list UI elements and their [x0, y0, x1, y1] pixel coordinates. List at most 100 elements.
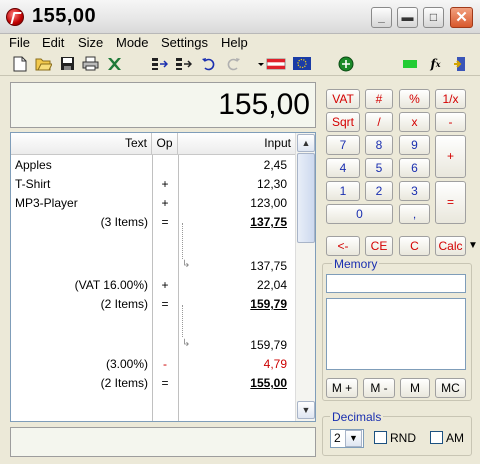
row-op: =: [161, 376, 169, 390]
column-op[interactable]: Op: [152, 133, 178, 154]
memory-subtract-button[interactable]: M -: [363, 378, 395, 398]
menu-size[interactable]: Size: [78, 35, 103, 50]
table-row[interactable]: (2 Items) = 155,00: [11, 376, 295, 395]
title-bar: 155,00 _ ▬ □ ✕: [0, 0, 480, 34]
hash-button[interactable]: #: [365, 89, 393, 109]
plus-button[interactable]: +: [435, 135, 466, 178]
window-title: 155,00: [32, 5, 97, 27]
menu-help[interactable]: Help: [221, 35, 248, 50]
chevron-down-icon[interactable]: ▼: [345, 430, 362, 447]
am-checkbox[interactable]: [430, 431, 443, 444]
row-op: -: [163, 357, 167, 371]
flag-austria-icon[interactable]: [257, 55, 287, 72]
digit-6-button[interactable]: 6: [399, 158, 430, 178]
digit-7-button[interactable]: 7: [326, 135, 360, 155]
menu-bar: File Edit Size Mode Settings Help: [0, 34, 480, 52]
new-icon[interactable]: [11, 55, 28, 72]
table-row[interactable]: MP3-Player + 123,00: [11, 196, 295, 215]
export-icon[interactable]: [175, 55, 192, 72]
row-op: +: [161, 196, 169, 210]
list-icon[interactable]: [151, 55, 168, 72]
status-field: [10, 427, 316, 457]
row-text: (2 Items): [100, 297, 148, 311]
sqrt-button[interactable]: Sqrt: [326, 112, 360, 132]
row-op: +: [161, 177, 169, 191]
digit-0-button[interactable]: 0: [326, 204, 393, 224]
digit-4-button[interactable]: 4: [326, 158, 360, 178]
undo-icon[interactable]: [200, 55, 217, 72]
table-row[interactable]: 137,75: [11, 259, 295, 278]
row-text: MP3-Player: [15, 196, 78, 210]
globe-icon[interactable]: [337, 55, 354, 72]
reciprocal-button[interactable]: 1/x: [435, 89, 466, 109]
row-value: 22,04: [256, 278, 287, 292]
equals-button[interactable]: =: [435, 181, 466, 224]
row-text: (VAT 16.00%): [74, 278, 148, 292]
memory-clear-button[interactable]: MC: [435, 378, 466, 398]
minus-button[interactable]: -: [435, 112, 466, 132]
minimize-button[interactable]: _: [371, 7, 392, 28]
comma-button[interactable]: ,: [399, 204, 430, 224]
maximize-button[interactable]: □: [423, 7, 444, 28]
excel-icon[interactable]: [106, 55, 123, 72]
digit-1-button[interactable]: 1: [326, 181, 360, 201]
scroll-thumb[interactable]: [297, 153, 315, 243]
rnd-checkbox[interactable]: [374, 431, 387, 444]
calc-button[interactable]: Calc: [435, 236, 466, 256]
open-icon[interactable]: [35, 55, 52, 72]
scroll-down-icon[interactable]: ▼: [297, 401, 315, 419]
row-op: =: [161, 297, 169, 311]
table-row[interactable]: 159,79: [11, 338, 295, 357]
tile-button[interactable]: ▬: [397, 7, 418, 28]
column-text[interactable]: Text: [11, 133, 152, 154]
row-op: =: [161, 215, 169, 229]
am-label: AM: [446, 431, 464, 445]
memory-label: Memory: [332, 257, 380, 271]
menu-file[interactable]: File: [9, 35, 30, 50]
tape-list[interactable]: Text Op Input Apples 2,45 T-Shirt + 12,3…: [10, 132, 316, 422]
digit-8-button[interactable]: 8: [365, 135, 393, 155]
memory-input[interactable]: [326, 274, 466, 293]
menu-edit[interactable]: Edit: [42, 35, 64, 50]
result-display: 155,00: [10, 82, 316, 128]
scroll-up-icon[interactable]: ▲: [297, 134, 315, 152]
print-icon[interactable]: [82, 55, 99, 72]
digit-3-button[interactable]: 3: [399, 181, 430, 201]
calc-dropdown-icon[interactable]: ▼: [468, 240, 478, 251]
tape-scrollbar[interactable]: ▲ ▼: [295, 133, 315, 421]
connector-line: [182, 305, 183, 337]
clear-button[interactable]: C: [399, 236, 430, 256]
row-value: 159,79: [250, 338, 287, 352]
percent-button[interactable]: %: [399, 89, 430, 109]
column-input[interactable]: Input: [178, 133, 295, 154]
row-text: (3.00%): [105, 357, 148, 371]
fx-icon[interactable]: fx: [427, 55, 444, 72]
table-row[interactable]: (VAT 16.00%) + 22,04: [11, 278, 295, 297]
digit-9-button[interactable]: 9: [399, 135, 430, 155]
multiply-button[interactable]: x: [399, 112, 430, 132]
vat-button[interactable]: VAT: [326, 89, 360, 109]
table-row[interactable]: T-Shirt + 12,30: [11, 177, 295, 196]
table-row[interactable]: Apples 2,45: [11, 158, 295, 177]
table-row[interactable]: (2 Items) = 159,79: [11, 297, 295, 316]
menu-mode[interactable]: Mode: [116, 35, 149, 50]
table-row[interactable]: (3 Items) = 137,75: [11, 215, 295, 234]
row-value: 123,00: [250, 196, 287, 210]
flag-eu-icon[interactable]: [292, 55, 311, 72]
row-op: +: [161, 278, 169, 292]
memory-add-button[interactable]: M +: [326, 378, 358, 398]
backspace-button[interactable]: <-: [326, 236, 360, 256]
digit-5-button[interactable]: 5: [365, 158, 393, 178]
divide-button[interactable]: /: [365, 112, 393, 132]
row-value: 4,79: [263, 357, 287, 371]
memory-recall-button[interactable]: M: [400, 378, 430, 398]
exit-icon[interactable]: [452, 55, 469, 72]
menu-settings[interactable]: Settings: [161, 35, 208, 50]
redo-icon[interactable]: [224, 55, 241, 72]
table-row[interactable]: (3.00%) - 4,79: [11, 357, 295, 376]
save-icon[interactable]: [59, 55, 76, 72]
close-button[interactable]: ✕: [450, 7, 473, 28]
clear-entry-button[interactable]: CE: [365, 236, 393, 256]
digit-2-button[interactable]: 2: [365, 181, 393, 201]
memory-list[interactable]: [326, 298, 466, 370]
